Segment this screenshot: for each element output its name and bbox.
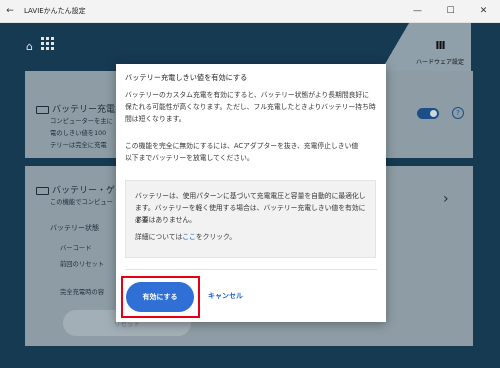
battery-gauge-subtitle: この機能でコンピュー bbox=[50, 199, 113, 206]
last-reset-label: 前回のリセット bbox=[60, 261, 105, 268]
grid-icon[interactable] bbox=[41, 37, 55, 51]
battery-charge-line-2: 電のしきい値を100 bbox=[50, 130, 107, 137]
note-line-3: 必要はありません。 bbox=[135, 216, 196, 224]
details-link[interactable]: ここ bbox=[182, 233, 196, 241]
note-line-1: バッテリーは、使用パターンに基づいて充電電圧と容量を自動的に最適化し bbox=[135, 192, 366, 200]
window-controls: — ☐ ✕ bbox=[401, 0, 500, 22]
chevron-right-icon[interactable]: › bbox=[443, 191, 449, 207]
battery-charge-line-1: コンピューターを主に bbox=[50, 118, 113, 125]
battery-gauge-icon bbox=[36, 187, 49, 195]
battery-icon bbox=[36, 106, 49, 114]
battery-charge-title: バッテリー充電の bbox=[52, 105, 125, 115]
back-button[interactable]: ← bbox=[0, 6, 20, 16]
dialog-divider bbox=[125, 269, 377, 270]
battery-threshold-toggle[interactable] bbox=[417, 108, 439, 119]
window-title: LAVIEかんたん設定 bbox=[24, 7, 86, 15]
details-prefix: 詳細については bbox=[135, 233, 183, 241]
hardware-settings-label: ハードウェア設定 bbox=[415, 58, 464, 66]
minimize-button[interactable]: — bbox=[401, 0, 434, 22]
dialog-title: バッテリー充電しきい値を有効にする bbox=[125, 73, 248, 82]
maximize-button[interactable]: ☐ bbox=[434, 0, 467, 22]
help-icon[interactable]: ? bbox=[452, 107, 464, 119]
dialog-paragraph-1-line-1: バッテリーのカスタム充電を有効にすると、バッテリー状態がより長期間良好に bbox=[125, 91, 370, 99]
close-button[interactable]: ✕ bbox=[467, 0, 500, 22]
dialog-paragraph-2-line-2: 以下までバッテリーを放電してください。 bbox=[125, 154, 254, 162]
dialog-paragraph-1-line-2: 保たれる可能性が高くなります。ただし、フル充電したときよりバッテリー持ち時 bbox=[125, 103, 376, 111]
dialog-paragraph-1-line-3: 間は短くなります。 bbox=[125, 115, 186, 123]
full-charge-capacity-label: 完全充電時の容 bbox=[60, 289, 105, 296]
cancel-button[interactable]: キャンセル bbox=[208, 291, 243, 301]
title-bar: ← LAVIEかんたん設定 — ☐ ✕ bbox=[0, 0, 500, 23]
barcode-label: バーコード bbox=[60, 245, 92, 252]
enable-button[interactable]: 有効にする bbox=[126, 282, 194, 312]
battery-charge-line-3: テリーは完全に充電 bbox=[50, 142, 107, 149]
home-icon[interactable]: ⌂ bbox=[26, 40, 33, 53]
info-note: バッテリーは、使用パターンに基づいて充電電圧と容量を自動的に最適化し ます。バッ… bbox=[125, 180, 376, 258]
dialog-paragraph-2-line-1: この機能を完全に無効にするには、ACアダプターを抜き、充電停止しきい値 bbox=[125, 142, 359, 150]
hardware-settings-icon: III bbox=[435, 38, 445, 52]
details-text: 詳細についてはここをクリック。 bbox=[135, 231, 367, 243]
details-suffix: をクリック。 bbox=[195, 233, 237, 241]
battery-status-heading: バッテリー状態 bbox=[50, 224, 99, 232]
